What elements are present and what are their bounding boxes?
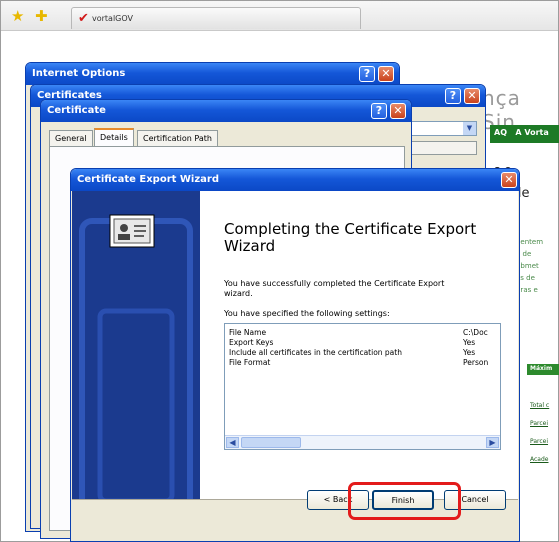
close-button[interactable]: ✕ bbox=[464, 88, 480, 104]
wizard-side-panel bbox=[72, 191, 200, 499]
browser-tab[interactable]: ✔ vortalGOV bbox=[71, 7, 361, 29]
close-button[interactable]: ✕ bbox=[378, 66, 394, 82]
wizard-titlebar: Certificate Export Wizard bbox=[71, 169, 519, 191]
scroll-left-icon[interactable]: ◀ bbox=[226, 437, 239, 448]
nav-item[interactable]: A Vorta bbox=[515, 128, 548, 137]
setting-value: C:\Doc bbox=[463, 328, 488, 337]
vortal-logo-icon: ✔ bbox=[78, 11, 89, 26]
success-text: You have successfully completed the Cert… bbox=[224, 279, 445, 298]
horizontal-scrollbar[interactable]: ◀ ▶ bbox=[225, 435, 500, 449]
setting-name: Export Keys bbox=[229, 338, 274, 347]
scroll-right-icon[interactable]: ▶ bbox=[486, 437, 499, 448]
chevron-down-icon[interactable]: ▼ bbox=[463, 122, 476, 135]
tab-details[interactable]: Details bbox=[94, 128, 134, 147]
setting-value: Yes bbox=[463, 338, 476, 347]
wizard-content: Completing the Certificate Export Wizard… bbox=[200, 191, 518, 499]
setting-name: File Format bbox=[229, 358, 271, 367]
setting-value: Person bbox=[463, 358, 489, 367]
site-navbar: AQ A Vorta bbox=[490, 125, 559, 143]
side-link[interactable]: Parcei bbox=[530, 438, 548, 445]
help-button[interactable]: ? bbox=[359, 66, 375, 82]
window-title: Internet Options bbox=[32, 68, 126, 79]
add-favorite-icon[interactable]: ✚ bbox=[35, 9, 48, 24]
tab-certification-path[interactable]: Certification Path bbox=[137, 130, 218, 146]
favorites-star-icon[interactable]: ★ bbox=[11, 9, 24, 24]
certificate-titlebar: Certificate bbox=[41, 100, 411, 122]
settings-intro: You have specified the following setting… bbox=[224, 309, 390, 318]
side-box-header: Máxim bbox=[527, 364, 559, 375]
browser-tab-label: vortalGOV bbox=[92, 14, 134, 23]
setting-name: File Name bbox=[229, 328, 267, 337]
internet-options-titlebar: Internet Options bbox=[26, 63, 399, 85]
side-link[interactable]: Total c bbox=[530, 402, 549, 409]
help-button[interactable]: ? bbox=[445, 88, 461, 104]
help-button[interactable]: ? bbox=[371, 103, 387, 119]
setting-value: Yes bbox=[463, 348, 476, 357]
finish-highlight-box bbox=[348, 482, 461, 520]
certificate-graphic-icon bbox=[79, 214, 193, 499]
side-link[interactable]: Acade bbox=[530, 456, 548, 463]
window-title: Certificate Export Wizard bbox=[77, 174, 220, 185]
tab-general[interactable]: General bbox=[49, 130, 93, 146]
scroll-thumb[interactable] bbox=[241, 437, 301, 448]
close-button[interactable]: ✕ bbox=[501, 172, 517, 188]
browser-toolbar: ★ ✚ ✔ vortalGOV bbox=[1, 1, 558, 31]
close-button[interactable]: ✕ bbox=[390, 103, 406, 119]
body-text-fragment: nentem bbox=[516, 238, 544, 246]
nav-item[interactable]: AQ bbox=[494, 128, 507, 137]
window-title: Certificate bbox=[47, 105, 106, 116]
wizard-heading: Completing the Certificate Export Wizard bbox=[224, 220, 477, 255]
settings-list[interactable]: File Name C:\Doc Export Keys Yes Include… bbox=[224, 323, 501, 450]
setting-name: Include all certificates in the certific… bbox=[229, 348, 402, 357]
side-link[interactable]: Parcei bbox=[530, 420, 548, 427]
